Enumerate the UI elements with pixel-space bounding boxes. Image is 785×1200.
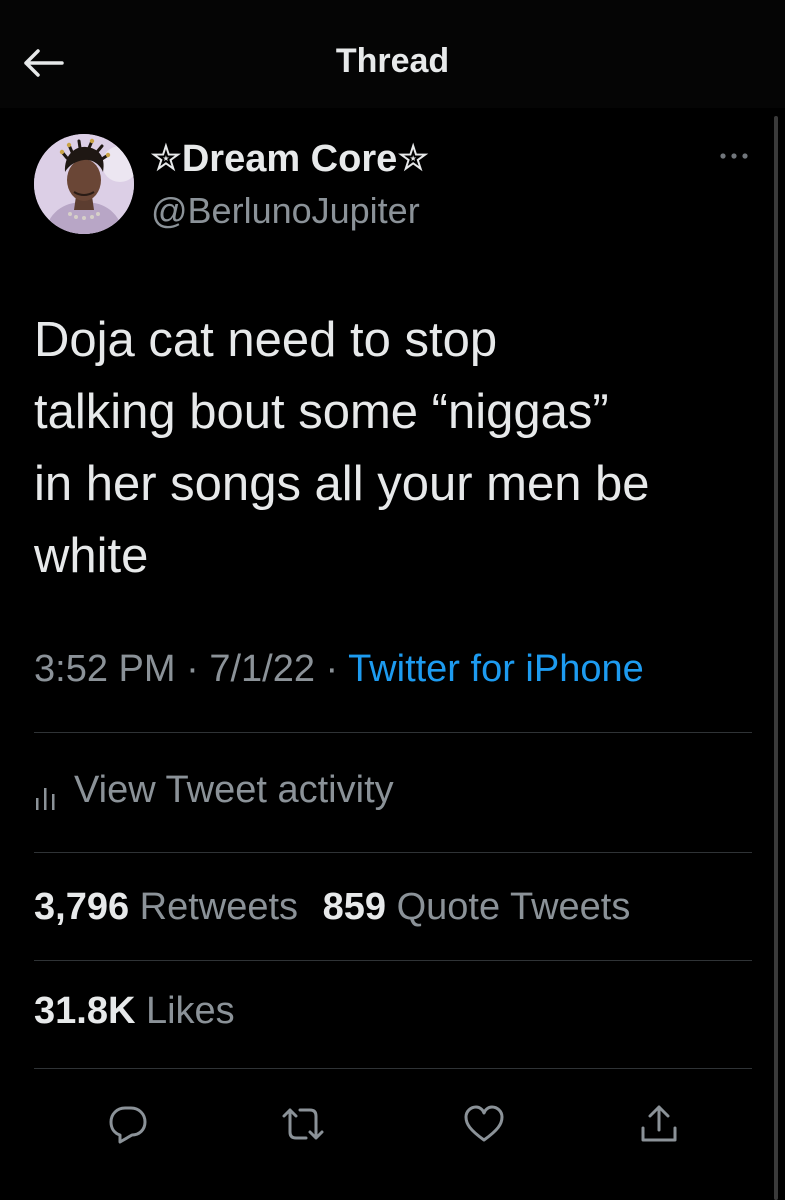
likes-stats: 31.8K Likes — [34, 990, 235, 1033]
likes-count: 31.8K — [34, 990, 136, 1032]
user-handle[interactable]: @BerlunoJupiter — [151, 190, 420, 232]
top-bar: Thread — [0, 0, 785, 108]
share-icon — [641, 1105, 677, 1142]
display-name[interactable]: ✮Dream Core✮ — [150, 136, 429, 181]
retweets-stat[interactable]: 3,796 Retweets — [34, 886, 298, 928]
reply-button[interactable] — [102, 1098, 154, 1150]
retweet-button[interactable] — [277, 1098, 329, 1150]
page-title: Thread — [335, 42, 450, 80]
reply-icon — [109, 1106, 147, 1144]
scrollbar[interactable] — [774, 116, 778, 1200]
divider — [34, 1068, 752, 1069]
back-button[interactable] — [18, 40, 68, 86]
like-icon — [464, 1105, 504, 1142]
more-options-button[interactable] — [712, 140, 756, 172]
likes-stat[interactable]: 31.8K Likes — [34, 990, 235, 1032]
retweets-label: Retweets — [139, 886, 299, 928]
divider — [34, 732, 752, 733]
tweet-source-link[interactable]: Twitter for iPhone — [348, 648, 644, 690]
like-button[interactable] — [458, 1098, 510, 1150]
activity-label: View Tweet activity — [74, 768, 394, 811]
divider — [34, 852, 752, 853]
view-tweet-activity-button[interactable]: View Tweet activity — [34, 765, 394, 815]
quote-tweets-label: Quote Tweets — [396, 886, 631, 928]
quote-tweets-stat[interactable]: 859 Quote Tweets — [323, 886, 631, 928]
tweet-metadata: 3:52 PM · 7/1/22 · Twitter for iPhone — [34, 648, 644, 691]
avatar[interactable] — [34, 134, 134, 234]
tweet-date[interactable]: 7/1/22 — [209, 648, 315, 690]
avatar-image — [34, 134, 134, 234]
likes-label: Likes — [145, 990, 235, 1032]
arrow-left-icon — [24, 49, 64, 77]
tweet-action-bar — [0, 1098, 785, 1152]
meta-separator: · — [325, 648, 339, 690]
meta-separator: · — [186, 648, 199, 690]
share-button[interactable] — [633, 1098, 685, 1150]
engagement-stats: 3,796 Retweets 859 Quote Tweets — [34, 886, 630, 929]
more-horizontal-icon — [720, 153, 748, 159]
divider — [34, 960, 752, 961]
quote-tweets-count: 859 — [322, 886, 387, 928]
tweet-time[interactable]: 3:52 PM — [34, 648, 176, 690]
tweet-text: Doja cat need to stop talking bout some … — [34, 313, 650, 583]
analytics-icon — [36, 788, 55, 810]
retweets-count: 3,796 — [34, 886, 130, 928]
retweet-icon — [282, 1108, 324, 1140]
